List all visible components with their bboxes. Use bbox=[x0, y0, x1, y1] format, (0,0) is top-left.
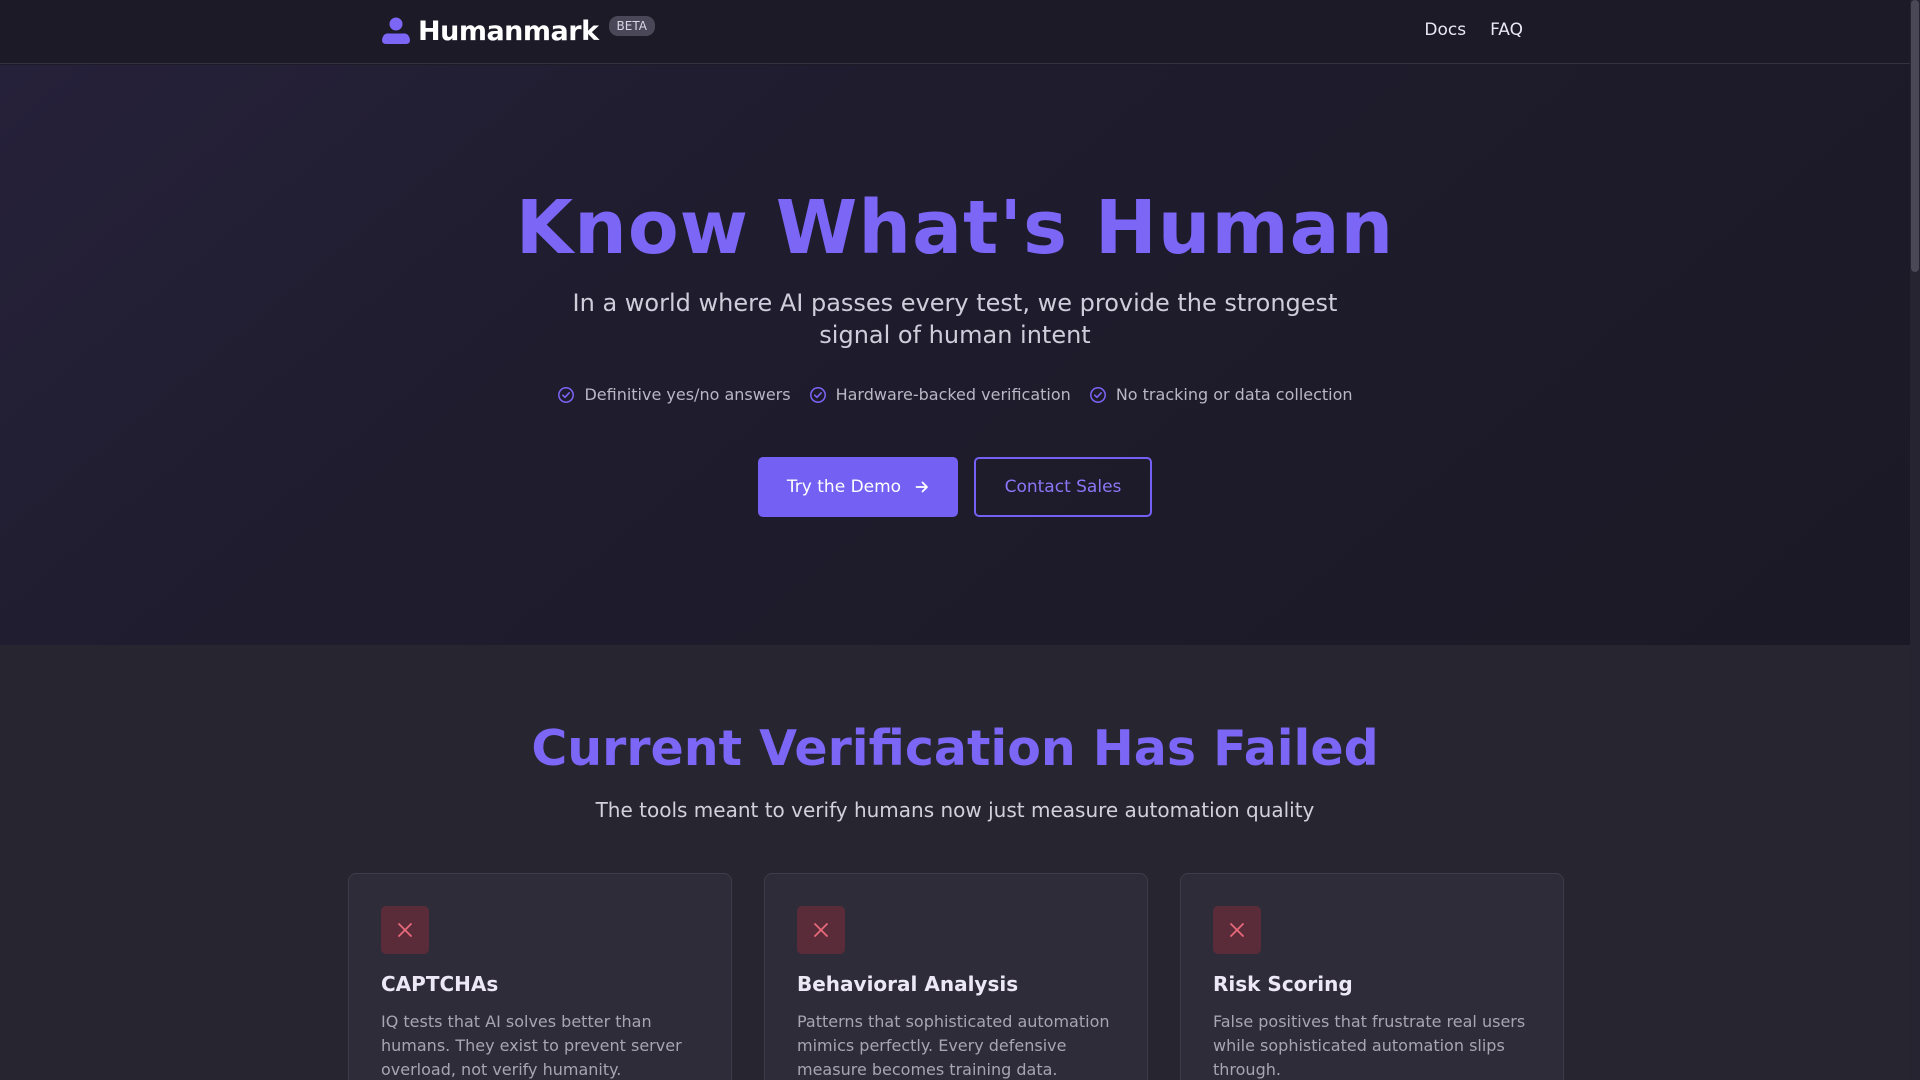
hero-title: Know What's Human bbox=[515, 185, 1395, 271]
problems-section: Current Verification Has Failed The tool… bbox=[0, 645, 1910, 1080]
card-title: Behavioral Analysis bbox=[797, 972, 1019, 996]
problem-card-risk-scoring: Risk Scoring False positives that frustr… bbox=[1180, 873, 1564, 1080]
feature-label: No tracking or data collection bbox=[1115, 385, 1353, 404]
close-x-icon bbox=[398, 923, 412, 937]
section-title: Current Verification Has Failed bbox=[531, 720, 1379, 777]
feature-list: Definitive yes/no answers Hardware-backe… bbox=[0, 385, 1910, 404]
try-demo-button[interactable]: Try the Demo bbox=[758, 457, 958, 517]
card-icon-box bbox=[1213, 906, 1261, 954]
card-description: False positives that frustrate real user… bbox=[1213, 1012, 1526, 1079]
check-circle-icon bbox=[809, 386, 826, 403]
card-icon-box bbox=[797, 906, 845, 954]
feature-item: Hardware-backed verification bbox=[809, 385, 1071, 404]
scrollbar[interactable] bbox=[1910, 0, 1920, 1080]
card-icon-box bbox=[381, 906, 429, 954]
beta-badge: BETA bbox=[608, 16, 655, 36]
feature-label: Definitive yes/no answers bbox=[584, 385, 791, 404]
person-logo-icon bbox=[382, 17, 410, 44]
top-navbar: Humanmark BETA Docs FAQ bbox=[0, 0, 1910, 64]
close-x-icon bbox=[814, 923, 828, 937]
close-x-icon bbox=[1230, 923, 1244, 937]
scrollbar-thumb[interactable] bbox=[1911, 0, 1919, 272]
brand[interactable]: Humanmark BETA bbox=[380, 13, 655, 49]
feature-item: Definitive yes/no answers bbox=[557, 385, 791, 404]
section-subtitle: The tools meant to verify humans now jus… bbox=[595, 798, 1315, 822]
hero-buttons: Try the Demo Contact Sales bbox=[0, 457, 1910, 517]
feature-item: No tracking or data collection bbox=[1089, 385, 1353, 404]
nav-link-faq[interactable]: FAQ bbox=[1490, 20, 1523, 40]
problem-card-captchas: CAPTCHAs IQ tests that AI solves better … bbox=[348, 873, 732, 1080]
try-demo-label: Try the Demo bbox=[786, 477, 902, 497]
check-circle-icon bbox=[1089, 386, 1106, 403]
check-circle-icon bbox=[558, 386, 575, 403]
page: Humanmark BETA Docs FAQ Know What's Huma… bbox=[0, 0, 1920, 1080]
card-description: Patterns that sophisticated automation m… bbox=[797, 1012, 1110, 1079]
problem-cards: CAPTCHAs IQ tests that AI solves better … bbox=[348, 873, 1564, 1080]
contact-sales-button[interactable]: Contact Sales bbox=[974, 457, 1152, 517]
nav-links: Docs FAQ bbox=[1424, 20, 1523, 40]
card-title: CAPTCHAs bbox=[381, 972, 499, 996]
problem-card-behavioral-analysis: Behavioral Analysis Patterns that sophis… bbox=[764, 873, 1148, 1080]
nav-link-docs[interactable]: Docs bbox=[1424, 20, 1466, 40]
card-description: IQ tests that AI solves better than huma… bbox=[381, 1012, 682, 1079]
card-title: Risk Scoring bbox=[1213, 972, 1353, 996]
hero-subtitle: In a world where AI passes every test, w… bbox=[572, 289, 1338, 349]
hero-section: Know What's Human In a world where AI pa… bbox=[0, 65, 1910, 645]
feature-label: Hardware-backed verification bbox=[835, 385, 1071, 404]
brand-name: Humanmark bbox=[418, 15, 599, 47]
arrow-right-icon bbox=[915, 481, 928, 493]
